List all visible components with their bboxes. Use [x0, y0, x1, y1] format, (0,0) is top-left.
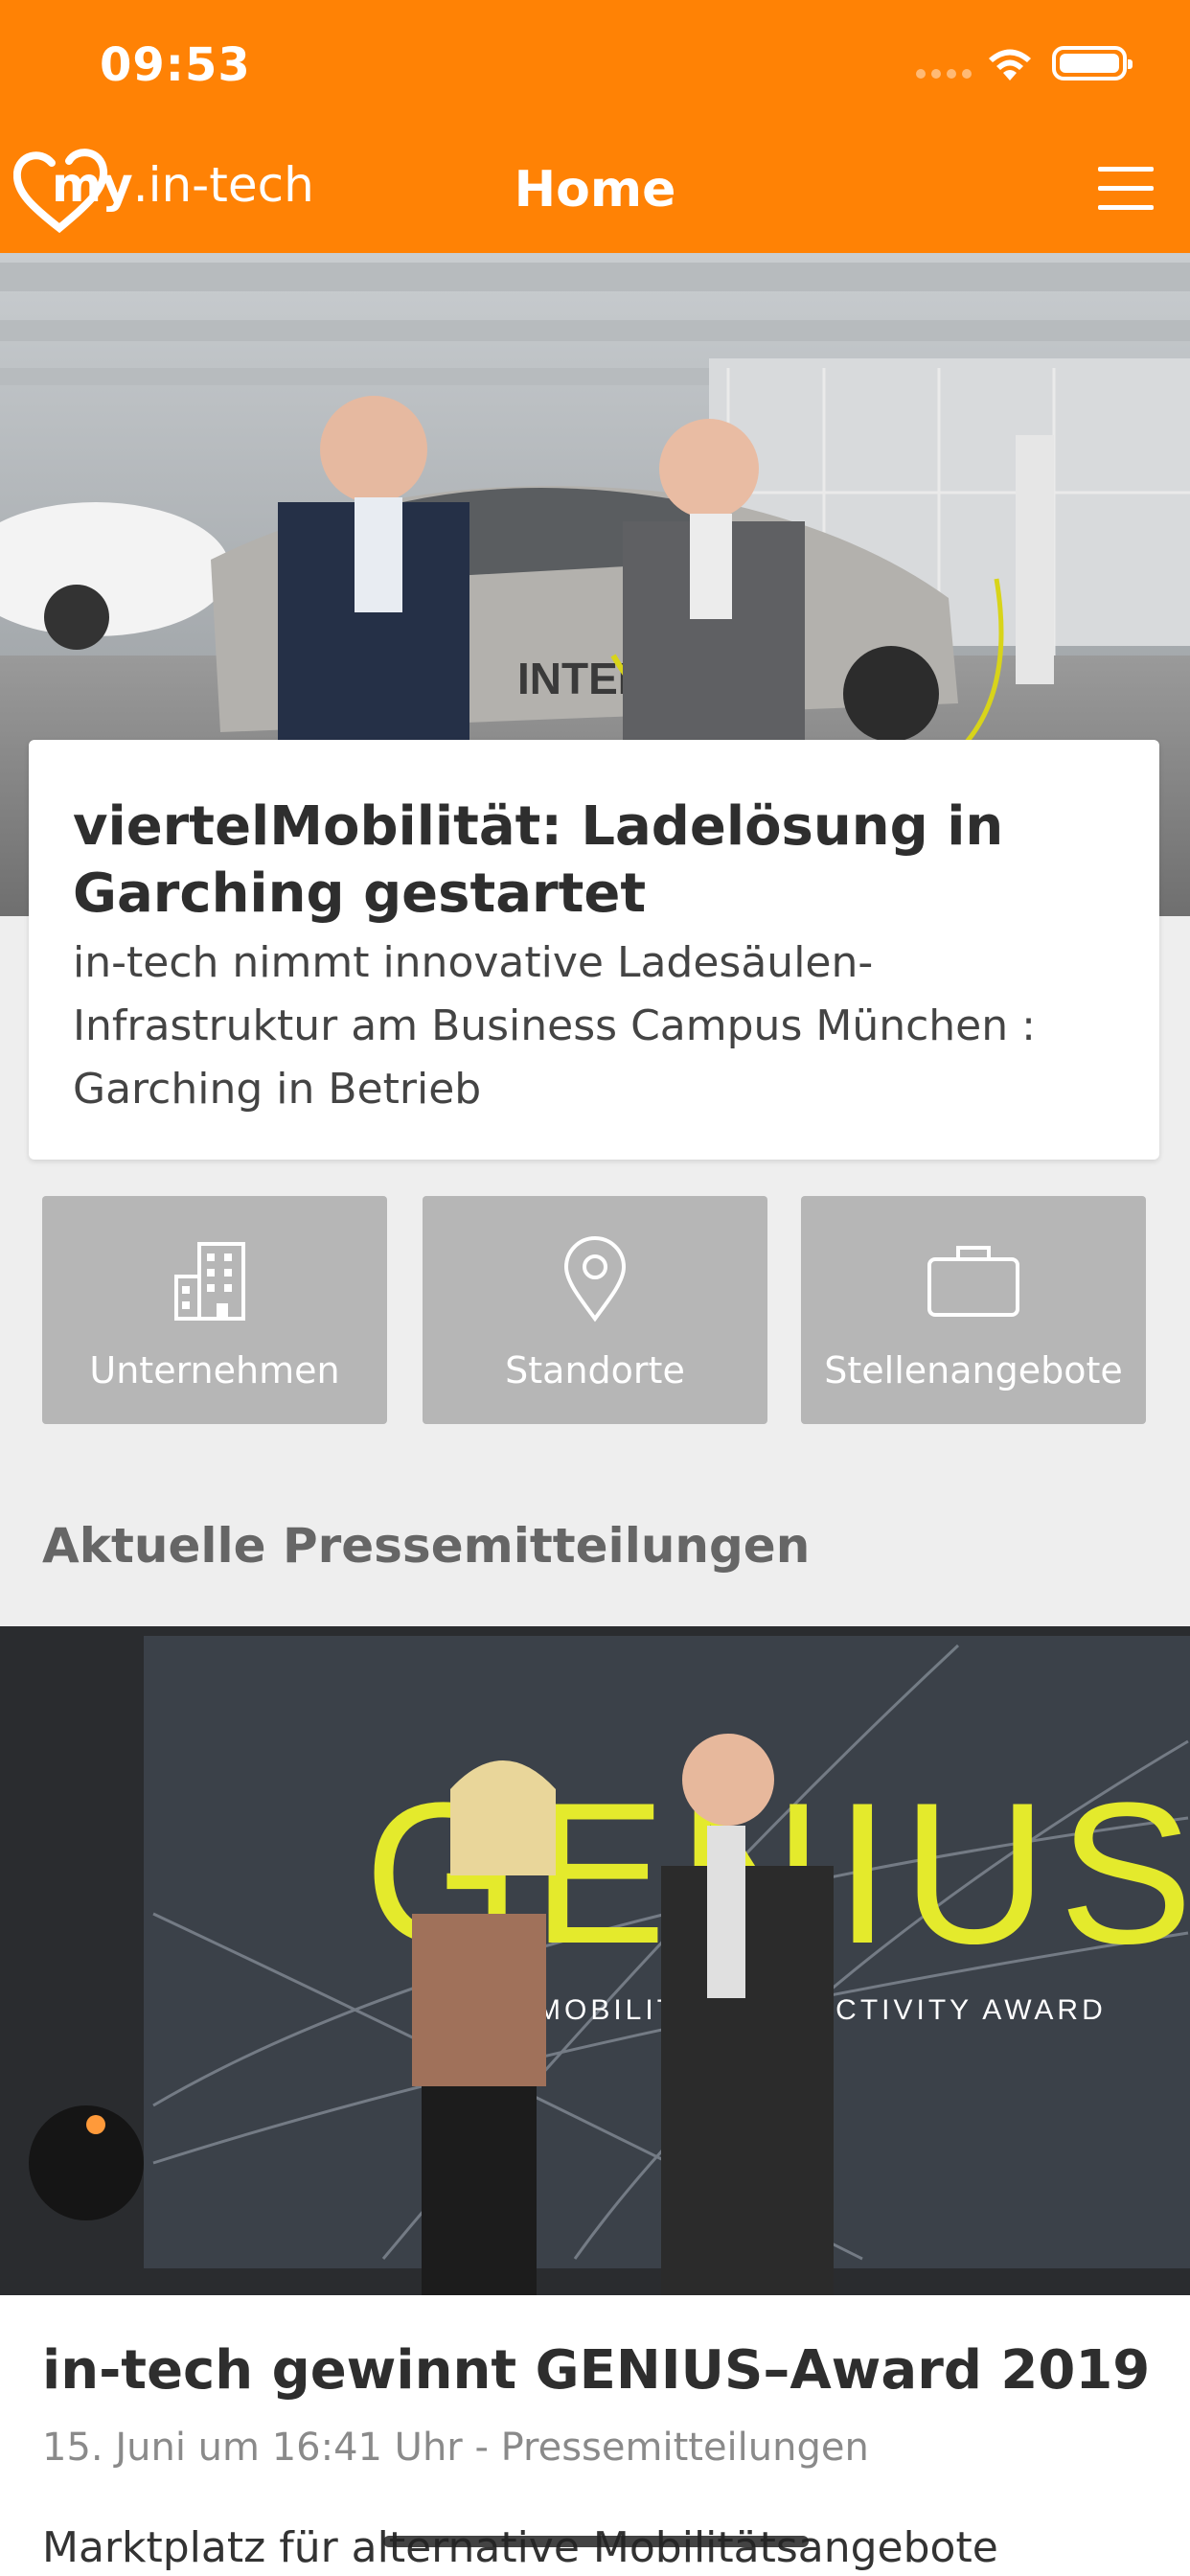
battery-icon [1052, 46, 1133, 80]
tile-label: Stellenangebote [824, 1349, 1123, 1392]
tile-label: Standorte [505, 1349, 685, 1392]
tile-unternehmen[interactable]: Unternehmen [42, 1196, 387, 1424]
section-title: Aktuelle Pressemitteilungen [42, 1518, 811, 1574]
page-title: Home [514, 161, 676, 218]
news-article-card[interactable]: in-tech gewinnt GENIUS–Award 2019 15. Ju… [0, 2295, 1190, 2576]
tile-standorte[interactable]: Standorte [423, 1196, 767, 1424]
news-meta: 15. Juni um 16:41 Uhr - Pressemitteilung… [42, 2426, 869, 2470]
hamburger-menu-icon[interactable] [1098, 167, 1154, 211]
briefcase-icon [927, 1246, 1019, 1317]
featured-headline: viertelMobilität: Ladelösung in Garching… [73, 795, 1004, 925]
cellular-signal-icon [916, 69, 972, 79]
wifi-icon [989, 49, 1031, 80]
building-icon [174, 1242, 245, 1321]
news-image[interactable]: GENIUS MOBILITY CONNECTIVITY AWARD [0, 1626, 1190, 2295]
top-bar: 09:53 my.in-tech Home [0, 0, 1190, 253]
news-title: in-tech gewinnt GENIUS–Award 2019 [42, 2339, 1151, 2402]
home-indicator[interactable] [383, 2536, 809, 2547]
featured-subtitle: in-tech nimmt innovative Ladesäulen-Infr… [73, 938, 1036, 1114]
location-pin-icon [563, 1236, 627, 1322]
featured-article-card[interactable]: viertelMobilität: Ladelösung in Garching… [29, 740, 1159, 1160]
status-time: 09:53 [100, 38, 251, 92]
tile-label: Unternehmen [89, 1349, 340, 1392]
tile-stellenangebote[interactable]: Stellenangebote [801, 1196, 1146, 1424]
news-snippet: Marktplatz für alternative Mobilitätsang… [42, 2523, 998, 2572]
award-photo: GENIUS MOBILITY CONNECTIVITY AWARD [0, 1626, 1190, 2295]
